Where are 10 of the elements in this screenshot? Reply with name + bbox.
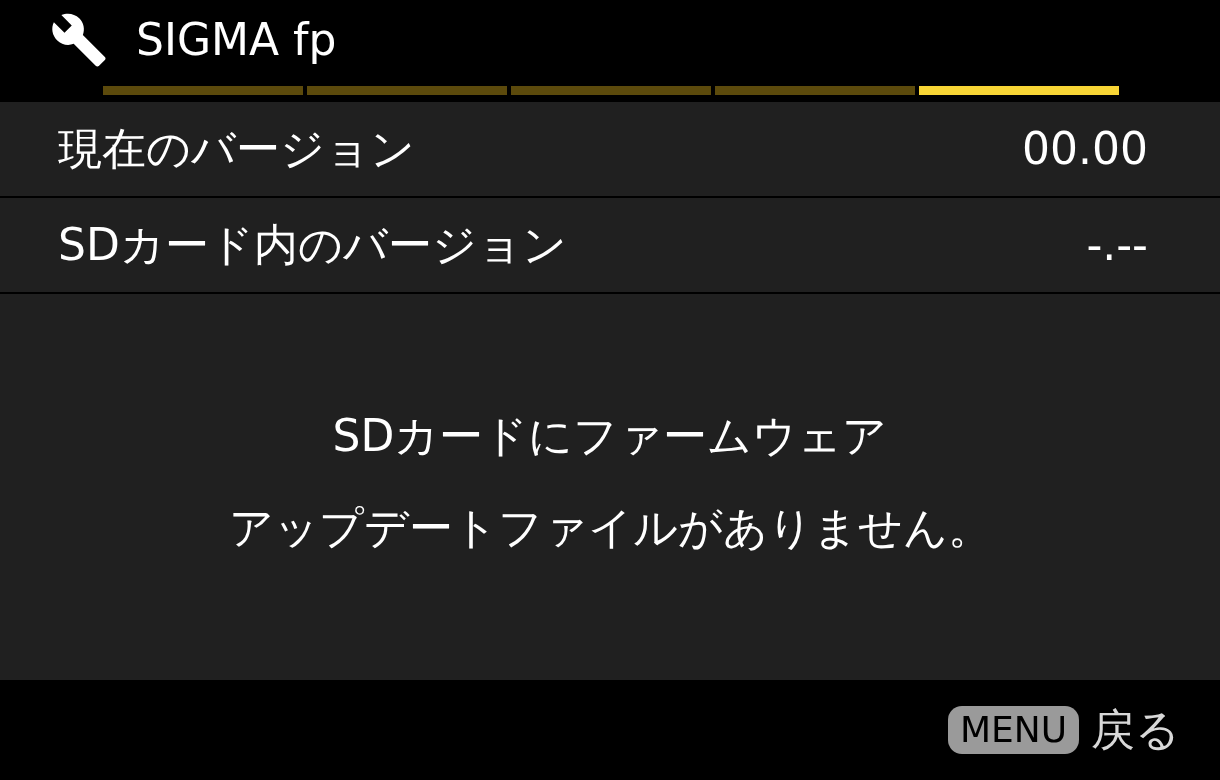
row-label: SDカード内のバージョン [58, 223, 567, 267]
message-line: アップデートファイルがありません。 [228, 506, 992, 550]
row-value: 00.00 [1022, 127, 1148, 171]
header-title: SIGMA fp [136, 18, 337, 62]
wrench-icon [50, 11, 108, 69]
back-label: 戻る [1091, 708, 1180, 752]
row-label: 現在のバージョン [58, 127, 415, 171]
menu-key: MENU [947, 706, 1079, 754]
message-line: SDカードにファームウェア [332, 414, 888, 458]
row-value: -.-- [1086, 223, 1148, 267]
